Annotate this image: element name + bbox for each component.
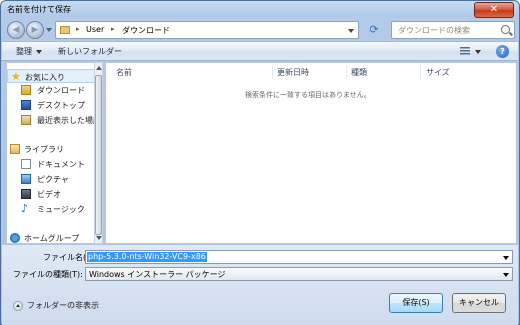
hide-folders-label: フォルダーの非表示	[27, 301, 99, 310]
column-header-name[interactable]: 名前	[116, 67, 132, 78]
sidebar-item-label: ピクチャ	[37, 175, 69, 184]
back-button[interactable]: ◀	[7, 21, 25, 39]
filetype-label: ファイルの種類(T):	[13, 270, 83, 279]
column-header-type[interactable]: 種類	[351, 67, 367, 78]
sidebar-item-label: ビデオ	[37, 190, 61, 199]
view-dropdown-icon[interactable]	[475, 50, 481, 54]
library-icon	[10, 144, 20, 154]
column-divider[interactable]	[346, 65, 347, 79]
sidebar-group-favorites[interactable]: ★ お気に入り	[7, 69, 94, 83]
address-bar[interactable]: ▸ User ▸ ダウンロード	[55, 21, 359, 39]
help-icon[interactable]: ?	[496, 45, 509, 58]
sidebar-item-music[interactable]: ♪ ミュージック	[7, 202, 94, 216]
sidebar-item-recent-places[interactable]: 最近表示した場所	[7, 113, 95, 127]
sidebar-group-label: ホームグループ	[24, 234, 80, 243]
scroll-up-icon[interactable]	[96, 66, 102, 70]
sidebar-group-label: お気に入り	[25, 73, 65, 82]
sidebar-item-label: ドキュメント	[37, 160, 85, 169]
documents-icon	[21, 159, 31, 169]
homegroup-icon	[10, 233, 20, 243]
sidebar-item-label: ミュージック	[37, 205, 85, 214]
star-icon: ★	[11, 70, 21, 83]
empty-folder-message: 検索条件に一致する項目はありません。	[245, 91, 371, 99]
sidebar-item-pictures[interactable]: ピクチャ	[7, 172, 94, 186]
search-icon[interactable]	[501, 25, 510, 34]
window-title: 名前を付けて保存	[7, 5, 71, 14]
close-button[interactable]: ✕	[474, 2, 514, 18]
search-box[interactable]: ダウンロードの検索	[391, 21, 515, 39]
cancel-button[interactable]: キャンセル	[452, 293, 506, 313]
navigation-bar: ◀ ▶ ▸ User ▸ ダウンロード ⟳ ダウンロードの検索	[5, 19, 517, 41]
sidebar-item-documents[interactable]: ドキュメント	[7, 157, 94, 171]
filetype-value: Windows インストーラー パッケージ	[89, 270, 226, 279]
chevron-down-icon[interactable]	[503, 273, 509, 277]
desktop-icon	[21, 100, 31, 110]
scroll-down-icon[interactable]	[96, 236, 102, 240]
sidebar-item-desktop[interactable]: デスクトップ	[7, 98, 94, 112]
address-dropdown-icon[interactable]	[348, 29, 354, 33]
refresh-icon[interactable]: ⟳	[363, 22, 385, 38]
forward-button[interactable]: ▶	[26, 21, 44, 39]
column-divider[interactable]	[420, 65, 421, 79]
sidebar-scrollbar[interactable]	[94, 62, 103, 244]
title-bar[interactable]: 名前を付けて保存 ✕	[1, 1, 519, 19]
search-placeholder: ダウンロードの検索	[398, 26, 470, 35]
breadcrumb-downloads[interactable]: ダウンロード	[122, 25, 170, 36]
filename-history-chevron-icon[interactable]	[503, 256, 509, 260]
sidebar-item-label: 最近表示した場所	[37, 116, 95, 125]
sidebar-item-label: ダウンロード	[37, 86, 85, 95]
music-icon: ♪	[21, 202, 29, 215]
sidebar-group-label: ライブラリ	[24, 145, 64, 154]
file-list[interactable]: 名前 更新日時 種類 サイズ 検索条件に一致する項目はありません。	[105, 62, 517, 244]
filetype-select[interactable]: Windows インストーラー パッケージ	[85, 267, 513, 281]
videos-icon	[21, 189, 31, 199]
downloads-folder-icon	[21, 85, 31, 95]
new-folder-button[interactable]: 新しいフォルダー	[58, 46, 122, 57]
recent-locations-chevron-icon[interactable]	[46, 28, 52, 32]
column-header-size[interactable]: サイズ	[426, 67, 450, 78]
hide-folders-toggle[interactable]: フォルダーの非表示	[13, 300, 99, 311]
column-header-modified[interactable]: 更新日時	[277, 67, 309, 78]
column-divider[interactable]	[272, 65, 273, 79]
save-as-dialog: 名前を付けて保存 ✕ ◀ ▶ ▸ User ▸ ダウンロード ⟳ ダウンロードの…	[0, 0, 520, 325]
command-toolbar: 整理 新しいフォルダー ?	[2, 41, 518, 61]
scrollbar-thumb[interactable]	[95, 75, 102, 235]
breadcrumb-user[interactable]: User	[86, 25, 104, 34]
folder-icon	[60, 26, 70, 34]
recent-places-icon	[21, 115, 31, 125]
breadcrumb-separator-icon[interactable]: ▸	[111, 25, 115, 33]
collapse-arrow-icon	[13, 300, 23, 311]
navigation-pane: ★ お気に入り ダウンロード デスクトップ 最近表示した場所 ライブラリ ドキュ…	[6, 62, 95, 244]
pictures-icon	[21, 174, 31, 184]
filename-input[interactable]: php-5.3.0-nts-Win32-VC9-x86	[85, 250, 513, 264]
organize-label: 整理	[16, 47, 32, 56]
sidebar-item-downloads[interactable]: ダウンロード	[7, 83, 94, 97]
organize-button[interactable]: 整理	[16, 46, 42, 57]
filename-value[interactable]: php-5.3.0-nts-Win32-VC9-x86	[87, 252, 207, 262]
breadcrumb-separator-icon[interactable]: ▸	[76, 25, 80, 33]
save-button[interactable]: 保存(S)	[389, 293, 443, 313]
sidebar-group-homegroup[interactable]: ホームグループ	[7, 231, 94, 243]
sidebar-item-videos[interactable]: ビデオ	[7, 187, 94, 201]
chevron-down-icon	[36, 49, 42, 54]
view-options-icon[interactable]	[460, 47, 470, 56]
sidebar-group-libraries[interactable]: ライブラリ	[7, 142, 94, 156]
save-options-panel: ファイル名(N): php-5.3.0-nts-Win32-VC9-x86 ファ…	[2, 245, 518, 325]
sidebar-item-label: デスクトップ	[37, 101, 85, 110]
